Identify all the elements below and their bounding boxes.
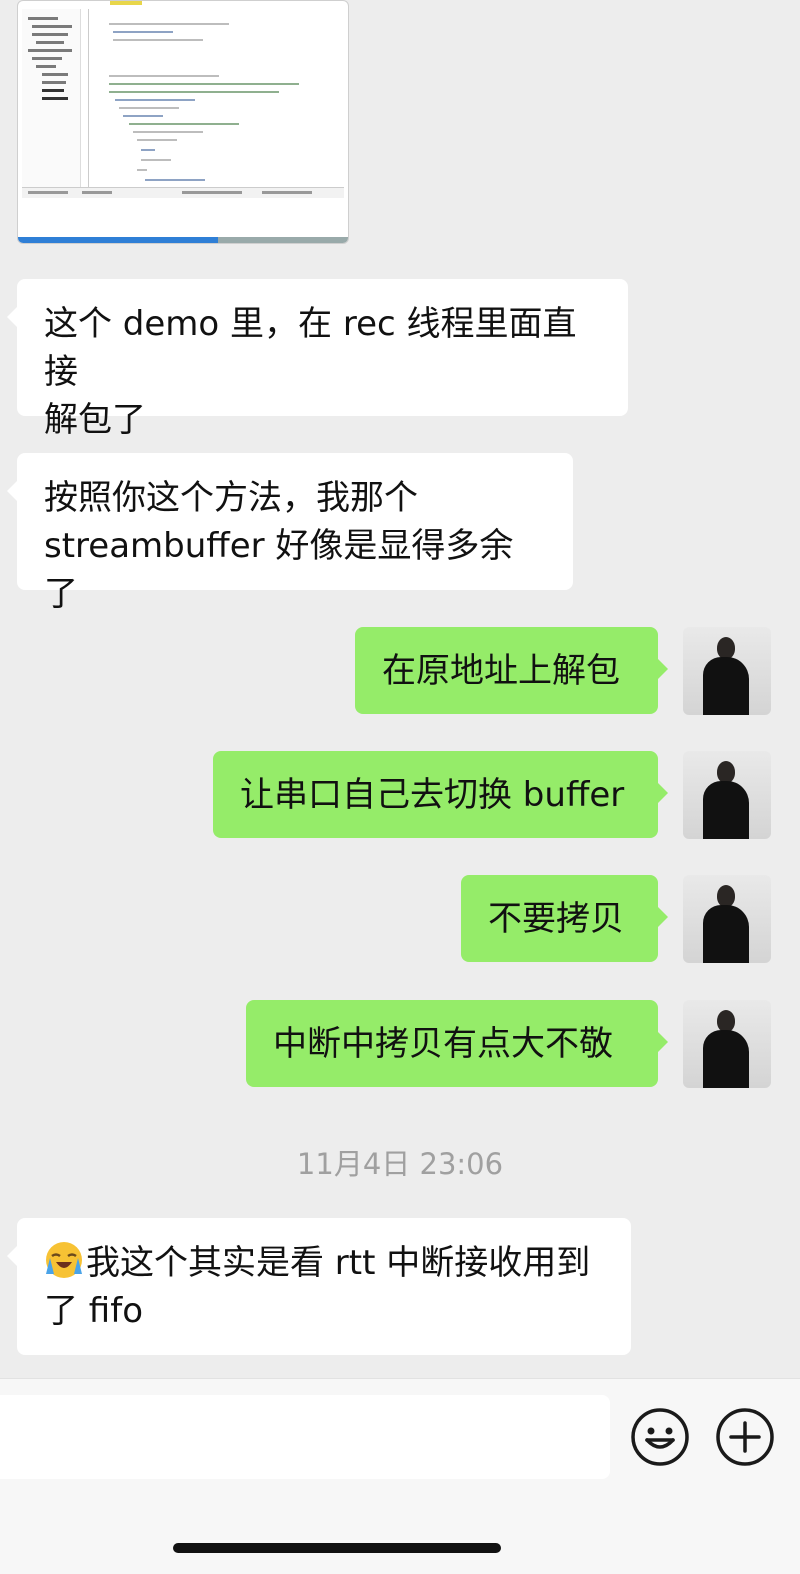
message-text: 在原地址上解包 [382, 650, 620, 691]
message-text-line: streambuffer 好像是显得多余了 [44, 526, 514, 614]
avatar-head [717, 885, 735, 907]
received-message-bubble[interactable]: 我这个其实是看 rtt 中断接收用到 了 fifo [7, 1218, 631, 1355]
message-text: 中断中拷贝有点大不敬 [273, 1023, 613, 1064]
avatar[interactable] [683, 875, 771, 963]
message-text-line: 这个 demo 里，在 rec 线程里面直接 [44, 304, 577, 392]
plus-circle-icon[interactable] [715, 1407, 775, 1467]
thumb-tab-bar [22, 187, 344, 198]
code-screenshot-image[interactable] [17, 0, 349, 244]
avatar-head [717, 761, 735, 783]
thumb-code-editor [88, 9, 344, 187]
thumb-status [218, 237, 348, 243]
message-text-line: 我这个其实是看 rtt 中断接收用到 [44, 1239, 604, 1287]
message-text: 不要拷贝 [488, 898, 624, 939]
loudly-crying-face-icon [44, 1240, 84, 1280]
thumb-project-tree [22, 9, 81, 187]
avatar-body [703, 905, 749, 963]
message-text: 我这个其实是看 rtt 中断接收用到 [86, 1243, 591, 1283]
avatar[interactable] [683, 627, 771, 715]
message-text: 让串口自己去切换 buffer [240, 774, 625, 815]
chat-area[interactable]: 这个 demo 里，在 rec 线程里面直接 解包了 按照你这个方法，我那个 s… [0, 0, 800, 1378]
avatar-body [703, 657, 749, 715]
sent-message-bubble[interactable]: 在原地址上解包 [355, 627, 668, 714]
message-text-line: 按照你这个方法，我那个 [44, 478, 418, 518]
message-text-line: 解包了 [44, 400, 146, 440]
sent-message-bubble[interactable]: 中断中拷贝有点大不敬 [246, 1000, 668, 1087]
avatar[interactable] [683, 1000, 771, 1088]
message-input[interactable] [0, 1395, 610, 1479]
avatar-body [703, 781, 749, 839]
smiley-face-icon[interactable] [630, 1407, 690, 1467]
sent-message-bubble[interactable]: 不要拷贝 [461, 875, 668, 962]
avatar-head [717, 637, 735, 659]
message-timestamp: 11月4日 23:06 [296, 1147, 504, 1181]
received-message-bubble[interactable]: 按照你这个方法，我那个 streambuffer 好像是显得多余了 [7, 453, 573, 614]
thumb-progress [18, 237, 218, 243]
sent-message-bubble[interactable]: 让串口自己去切换 buffer [213, 751, 668, 838]
avatar[interactable] [683, 751, 771, 839]
home-indicator [173, 1543, 501, 1553]
avatar-body [703, 1030, 749, 1088]
message-text-line: 了 fifo [44, 1291, 143, 1331]
avatar-head [717, 1010, 735, 1032]
thumb-tab-highlight [110, 1, 142, 5]
received-message-bubble[interactable]: 这个 demo 里，在 rec 线程里面直接 解包了 [7, 279, 628, 440]
